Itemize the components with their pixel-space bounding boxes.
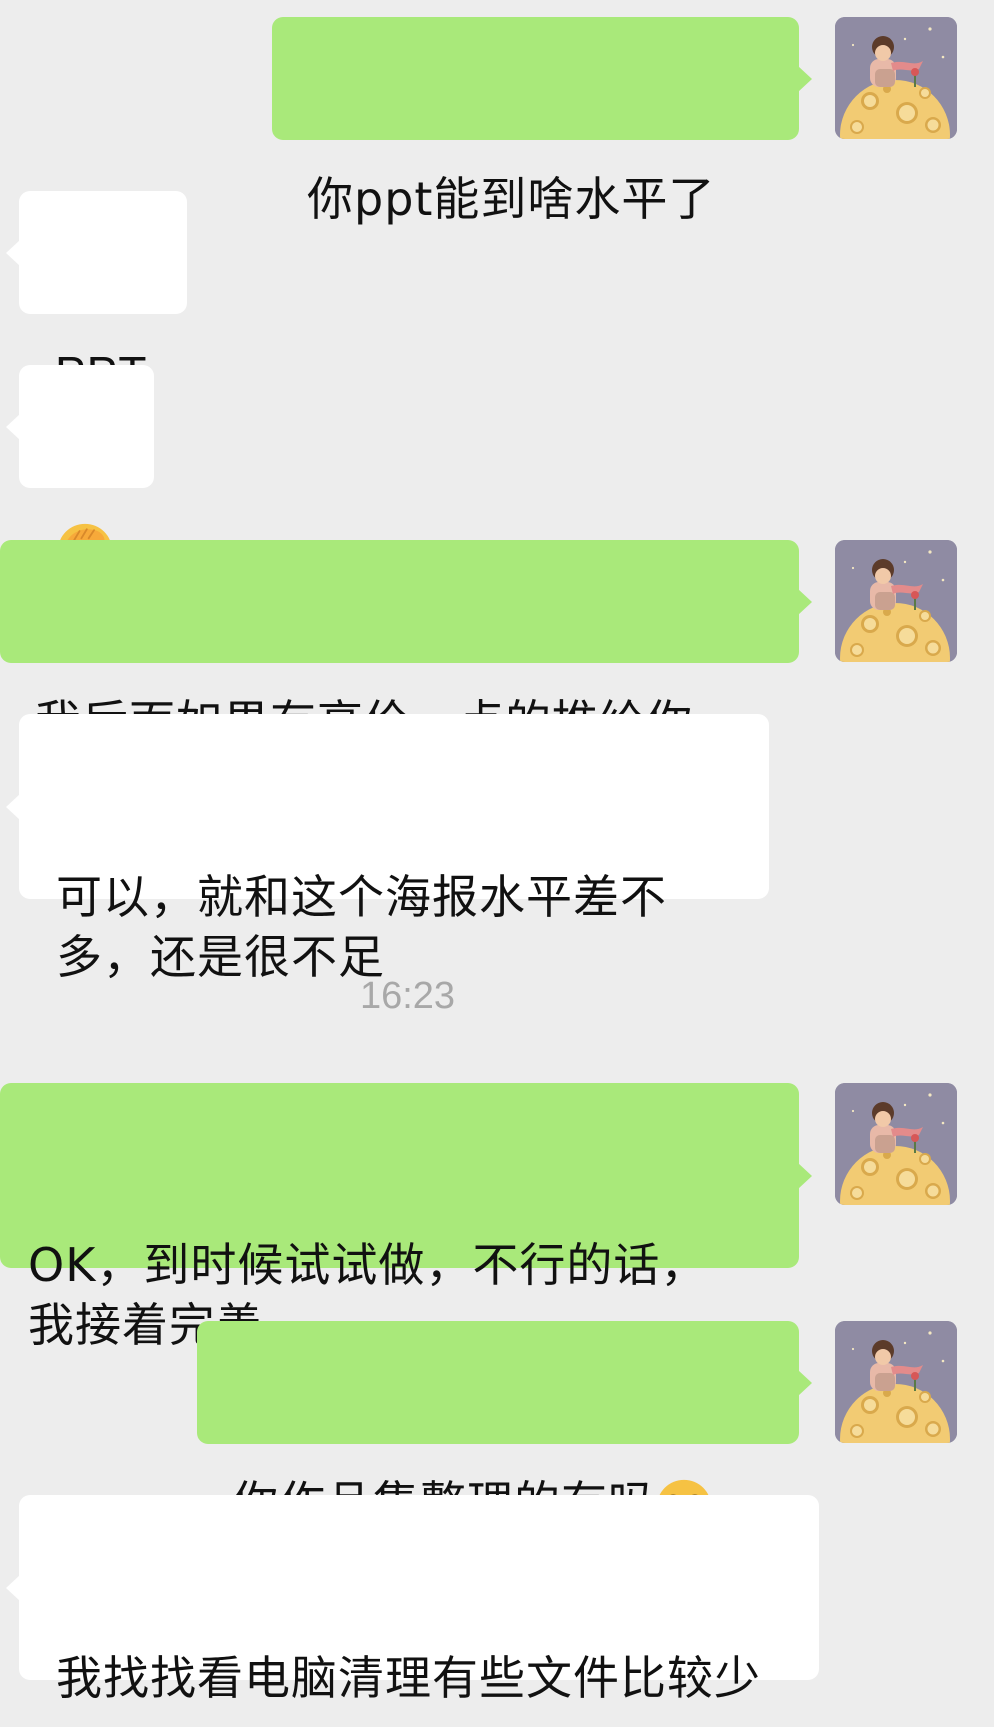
- little-prince-avatar-icon: [835, 1083, 957, 1205]
- message-bubble-incoming[interactable]: 我找找看电脑清理有些文件比较少: [6, 1495, 819, 1705]
- little-prince-avatar-icon: [835, 1321, 957, 1443]
- chat-timestamp: 16:23: [359, 975, 456, 1017]
- message-bubble-incoming[interactable]: [6, 365, 154, 488]
- message-bubble-outgoing[interactable]: 你ppt能到啥水平了: [272, 17, 812, 226]
- user-avatar[interactable]: [835, 1321, 957, 1443]
- user-avatar[interactable]: [835, 17, 957, 139]
- message-bubble-outgoing[interactable]: 我后面如果有高价一点的推给你: [0, 540, 812, 749]
- message-text: 你ppt能到啥水平了: [307, 172, 716, 226]
- user-avatar[interactable]: [835, 1083, 957, 1205]
- message-bubble-outgoing[interactable]: OK，到时候试试做，不行的话，我接着完善: [0, 1083, 812, 1352]
- message-bubble-outgoing[interactable]: 你作品集整理的有吗: [197, 1321, 812, 1444]
- user-avatar[interactable]: [835, 540, 957, 662]
- little-prince-avatar-icon: [835, 17, 957, 139]
- message-bubble-incoming[interactable]: 可以，就和这个海报水平差不多，还是很不足: [6, 714, 769, 984]
- message-bubble-incoming[interactable]: PPT: [6, 191, 187, 399]
- message-text: 可以，就和这个海报水平差不多，还是很不足: [56, 870, 667, 984]
- little-prince-avatar-icon: [835, 540, 957, 662]
- message-text: 我找找看电脑清理有些文件比较少: [56, 1651, 761, 1705]
